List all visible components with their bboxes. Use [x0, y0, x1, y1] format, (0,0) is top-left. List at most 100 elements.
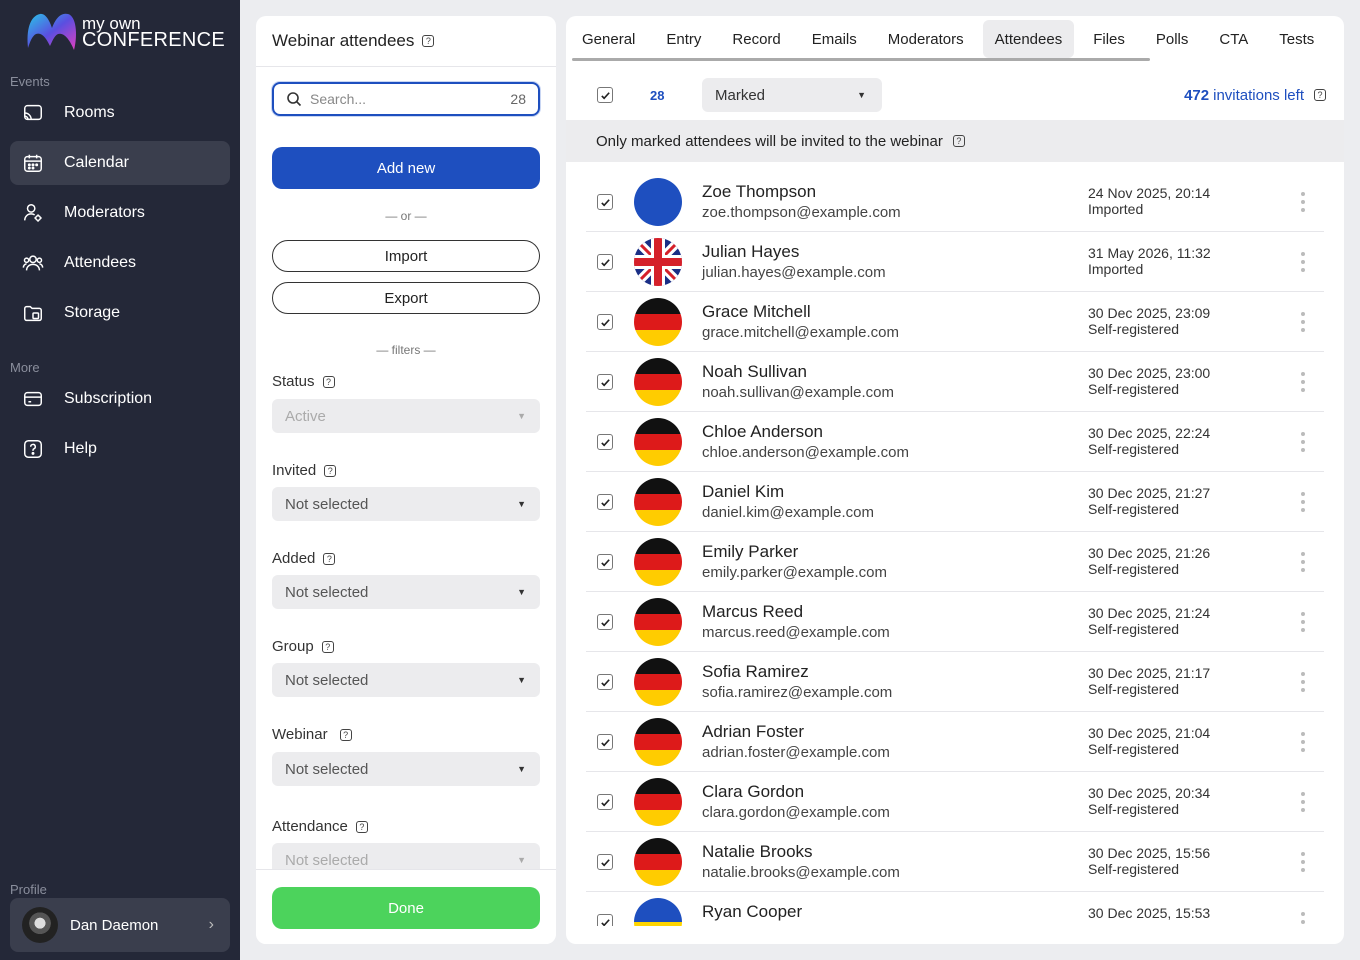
attendee-row[interactable]: Zoe Thompson zoe.thompson@example.com 24… — [586, 172, 1324, 232]
more-menu-icon[interactable] — [1298, 852, 1308, 872]
attendee-name: Natalie Brooks — [702, 842, 813, 861]
invite-notice: Only marked attendees will be invited to… — [566, 120, 1344, 162]
attendee-row[interactable]: Adrian Foster adrian.foster@example.com … — [586, 712, 1324, 772]
more-menu-icon[interactable] — [1298, 312, 1308, 332]
attendee-checkbox[interactable] — [597, 494, 613, 510]
sidebar-item-attendees[interactable]: Attendees — [10, 241, 230, 285]
select-all-checkbox[interactable] — [597, 87, 613, 103]
cast-icon — [22, 102, 44, 124]
attendee-checkbox[interactable] — [597, 554, 613, 570]
added-select[interactable]: Not selected ▼ — [272, 575, 540, 609]
status-select[interactable]: Active ▼ — [272, 399, 540, 433]
tab-general[interactable]: General — [570, 20, 647, 58]
attendee-row[interactable]: Noah Sullivan noah.sullivan@example.com … — [586, 352, 1324, 412]
search-input[interactable] — [310, 91, 511, 107]
attendee-name: Ryan Cooper — [702, 902, 803, 921]
app-logo[interactable]: my own CONFERENCE — [24, 10, 225, 54]
tab-record[interactable]: Record — [720, 20, 792, 58]
sidebar-item-rooms[interactable]: Rooms — [10, 91, 230, 135]
attendee-row[interactable]: Emily Parker emily.parker@example.com 30… — [586, 532, 1324, 592]
export-button[interactable]: Export — [272, 282, 540, 314]
attendee-checkbox[interactable] — [597, 194, 613, 210]
attendee-email: clara.gordon@example.com — [702, 804, 890, 821]
attendee-checkbox[interactable] — [597, 254, 613, 270]
invited-select[interactable]: Not selected ▼ — [272, 487, 540, 521]
invitations-left[interactable]: 472 invitations left ? — [1184, 87, 1326, 104]
sidebar-item-label: Storage — [64, 304, 121, 321]
add-new-button[interactable]: Add new — [272, 147, 540, 189]
more-menu-icon[interactable] — [1298, 792, 1308, 812]
more-menu-icon[interactable] — [1298, 672, 1308, 692]
webinar-select[interactable]: Not selected ▼ — [272, 752, 540, 786]
more-menu-icon[interactable] — [1298, 912, 1308, 926]
help-icon[interactable]: ? — [422, 35, 435, 47]
sidebar-item-storage[interactable]: Storage — [10, 291, 230, 335]
attendee-row[interactable]: Clara Gordon clara.gordon@example.com 30… — [586, 772, 1324, 832]
attendee-checkbox[interactable] — [597, 674, 613, 690]
more-menu-icon[interactable] — [1298, 372, 1308, 392]
help-icon[interactable]: ? — [321, 640, 334, 653]
help-icon[interactable]: ? — [324, 464, 337, 477]
sidebar-item-moderators[interactable]: Moderators — [10, 191, 230, 235]
help-icon[interactable]: ? — [952, 135, 965, 147]
more-menu-icon[interactable] — [1298, 432, 1308, 452]
country-flag-icon — [634, 418, 682, 466]
attendee-checkbox[interactable] — [597, 434, 613, 450]
more-menu-icon[interactable] — [1298, 732, 1308, 752]
country-flag-icon — [634, 778, 682, 826]
tab-cta[interactable]: CTA — [1207, 20, 1260, 58]
help-icon[interactable]: ? — [355, 820, 368, 833]
attendee-checkbox[interactable] — [597, 854, 613, 870]
tab-moderators[interactable]: Moderators — [876, 20, 976, 58]
attendee-row[interactable]: Ryan Cooper 30 Dec 2025, 15:53 — [586, 892, 1324, 926]
more-menu-icon[interactable] — [1298, 252, 1308, 272]
attendee-row[interactable]: Sofia Ramirez sofia.ramirez@example.com … — [586, 652, 1324, 712]
attendee-checkbox[interactable] — [597, 914, 613, 926]
tab-files[interactable]: Files — [1081, 20, 1137, 58]
check-icon — [600, 558, 610, 566]
attendee-row[interactable]: Chloe Anderson chloe.anderson@example.co… — [586, 412, 1324, 472]
done-button[interactable]: Done — [272, 887, 540, 929]
country-flag-icon — [634, 718, 682, 766]
sidebar-item-subscription[interactable]: Subscription — [10, 377, 230, 421]
attendee-row[interactable]: Grace Mitchell grace.mitchell@example.co… — [586, 292, 1324, 352]
group-select[interactable]: Not selected ▼ — [272, 663, 540, 697]
tab-tests[interactable]: Tests — [1267, 20, 1326, 58]
sidebar-item-help[interactable]: Help — [10, 427, 230, 471]
sidebar-item-calendar[interactable]: Calendar — [10, 141, 230, 185]
tab-emails[interactable]: Emails — [800, 20, 869, 58]
attendee-row[interactable]: Natalie Brooks natalie.brooks@example.co… — [586, 832, 1324, 892]
attendee-row[interactable]: Marcus Reed marcus.reed@example.com 30 D… — [586, 592, 1324, 652]
attendee-checkbox[interactable] — [597, 374, 613, 390]
help-icon[interactable]: ? — [1314, 89, 1326, 101]
tab-polls[interactable]: Polls — [1144, 20, 1201, 58]
country-flag-icon — [634, 298, 682, 346]
attendee-checkbox[interactable] — [597, 614, 613, 630]
attendee-row[interactable]: Daniel Kim daniel.kim@example.com 30 Dec… — [586, 472, 1324, 532]
more-menu-icon[interactable] — [1298, 192, 1308, 212]
attendee-checkbox[interactable] — [597, 314, 613, 330]
more-menu-icon[interactable] — [1298, 492, 1308, 512]
help-icon[interactable]: ? — [322, 375, 335, 388]
tab-attendees[interactable]: Attendees — [982, 20, 1075, 58]
attendee-email: emily.parker@example.com — [702, 564, 888, 581]
more-menu-icon[interactable] — [1298, 552, 1308, 572]
tabs-scrollbar[interactable] — [572, 58, 1150, 61]
tab-entry[interactable]: Entry — [654, 20, 713, 58]
attendee-email: chloe.anderson@example.com — [702, 444, 910, 461]
attendee-name: Julian Hayes — [702, 242, 800, 261]
attendee-checkbox[interactable] — [597, 734, 613, 750]
attendee-source: Self-registered — [1088, 861, 1180, 877]
status-select-value: Active — [285, 407, 326, 425]
help-icon[interactable]: ? — [323, 552, 336, 565]
import-button[interactable]: Import — [272, 240, 540, 272]
more-menu-icon[interactable] — [1298, 612, 1308, 632]
folder-icon — [22, 302, 44, 324]
attendee-row[interactable]: Julian Hayes julian.hayes@example.com 31… — [586, 232, 1324, 292]
mark-filter-select[interactable]: Marked ▼ — [702, 78, 882, 112]
attendee-checkbox[interactable] — [597, 794, 613, 810]
profile-card[interactable]: Dan Daemon › — [10, 898, 230, 952]
chevron-right-icon: › — [208, 916, 214, 933]
help-icon[interactable]: ? — [339, 728, 352, 741]
attendee-source: Self-registered — [1088, 681, 1180, 697]
